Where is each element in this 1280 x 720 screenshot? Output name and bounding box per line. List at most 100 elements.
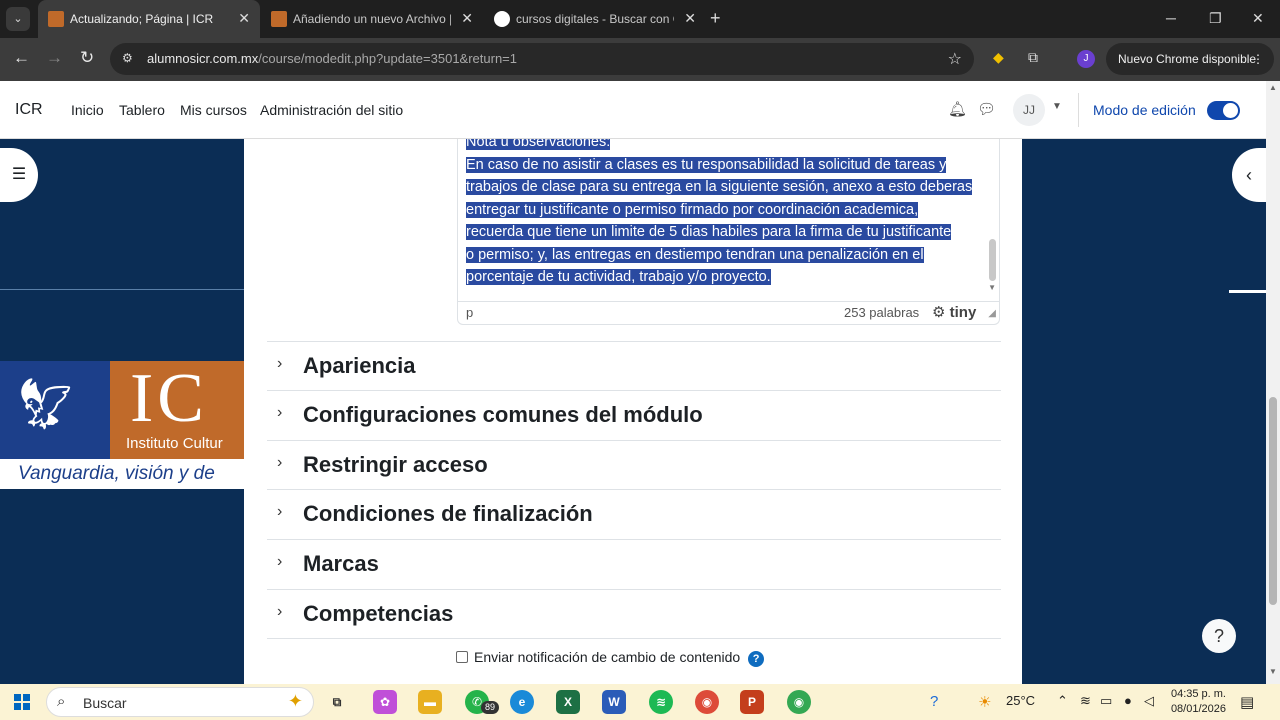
section-competencias[interactable]: › Competencias — [267, 589, 1001, 639]
browser-tab-strip: ⌄ Actualizando; Página | ICR ✕ Añadiendo… — [0, 0, 1280, 38]
volume-icon[interactable]: ◁ — [1144, 693, 1154, 709]
tiny-logo[interactable]: ⚙︎ tiny — [932, 303, 976, 321]
whatsapp-badge: 89 — [481, 701, 499, 714]
tab-title: Añadiendo un nuevo Archivo | I — [293, 12, 451, 26]
editor-scrollbar[interactable] — [989, 239, 996, 281]
close-window-icon[interactable]: ✕ — [1252, 10, 1264, 27]
chevron-down-icon[interactable]: ▼ — [1052, 101, 1062, 112]
reload-icon[interactable]: ↻ — [80, 48, 94, 68]
tray-chevron-up-icon[interactable]: ⌃ — [1057, 693, 1068, 709]
site-brand[interactable]: ICR — [15, 101, 43, 119]
icr-favicon-icon — [271, 11, 287, 27]
help-tray-icon[interactable]: ? — [930, 693, 938, 710]
chrome-icon[interactable]: ◉ — [787, 690, 811, 714]
powerpoint-icon[interactable]: P — [740, 690, 764, 714]
extension-icon[interactable]: ◆ — [993, 49, 1004, 66]
section-marcas[interactable]: › Marcas — [267, 539, 1001, 589]
excel-icon[interactable]: X — [556, 690, 580, 714]
nav-tablero[interactable]: Tablero — [119, 102, 165, 118]
chrome-profile-icon[interactable]: ◉ — [695, 690, 719, 714]
windows-start-icon[interactable] — [14, 694, 30, 710]
navbar-divider — [1078, 93, 1079, 127]
weather-icon[interactable]: ☀ — [978, 693, 991, 711]
profile-avatar[interactable]: J — [1077, 50, 1095, 68]
nav-inicio[interactable]: Inicio — [71, 102, 104, 118]
scroll-down-icon[interactable]: ▼ — [988, 283, 996, 292]
edit-form: Nota u observaciones: En caso de no asis… — [245, 139, 1022, 684]
back-icon[interactable]: ← — [13, 48, 30, 68]
chevron-right-icon: › — [277, 454, 283, 471]
more-menu-icon[interactable]: ⋮ — [1252, 43, 1264, 75]
element-path[interactable]: p — [466, 305, 473, 320]
microphone-icon[interactable]: ● — [1124, 693, 1132, 708]
bookmark-star-icon[interactable]: ☆ — [948, 49, 962, 69]
scroll-thumb[interactable] — [1269, 397, 1277, 605]
notify-label[interactable]: Enviar notificación de cambio de conteni… — [474, 649, 740, 665]
nav-administracion[interactable]: Administración del sitio — [260, 102, 403, 118]
edge-icon[interactable]: e — [510, 690, 534, 714]
resize-handle-icon[interactable]: ◢ — [988, 308, 996, 319]
file-explorer-icon[interactable]: ▬ — [418, 690, 442, 714]
scroll-down-icon[interactable]: ▼ — [1269, 667, 1277, 676]
editor-line: Nota u observaciones: — [466, 139, 986, 154]
chevron-right-icon: › — [277, 404, 283, 421]
banner-institute-name: Instituto Cultur — [126, 435, 223, 452]
notify-checkbox[interactable] — [456, 651, 468, 663]
background-divider-right — [1229, 290, 1266, 293]
section-configuraciones[interactable]: › Configuraciones comunes del módulo — [267, 390, 1001, 440]
url-host: alumnosicr.com.mx — [147, 51, 259, 66]
restore-icon[interactable]: ❐ — [1209, 10, 1222, 27]
section-label: Restringir acceso — [303, 452, 488, 477]
copilot-icon[interactable]: ✿ — [373, 690, 397, 714]
temperature[interactable]: 25°C — [1006, 693, 1035, 708]
taskbar-clock[interactable]: 04:35 p. m. 08/01/2026 — [1170, 687, 1226, 717]
notification-center-icon[interactable]: ▤ — [1240, 693, 1254, 711]
update-label: Nuevo Chrome disponible — [1118, 52, 1257, 66]
chrome-update-button[interactable]: Nuevo Chrome disponible ⋮ — [1106, 43, 1274, 75]
copilot-sparkle-icon[interactable]: ✦ — [288, 691, 303, 712]
close-tab-icon[interactable]: ✕ — [684, 10, 696, 27]
help-fab-button[interactable]: ? — [1202, 619, 1236, 653]
url-path: /course/modedit.php?update=3501&return=1 — [258, 51, 517, 66]
tab-anadiendo[interactable]: Añadiendo un nuevo Archivo | I ✕ — [261, 0, 483, 38]
help-icon[interactable]: ? — [748, 651, 765, 667]
tab-google[interactable]: cursos digitales - Buscar con Go ✕ — [484, 0, 706, 38]
chevron-right-icon: › — [277, 553, 283, 570]
address-bar[interactable]: ⚙ alumnosicr.com.mx/course/modedit.php?u… — [110, 43, 974, 75]
rich-text-editor[interactable]: Nota u observaciones: En caso de no asis… — [457, 139, 1000, 325]
editor-line: entregar tu justificante o permiso firma… — [466, 201, 919, 218]
section-apariencia[interactable]: › Apariencia — [267, 341, 1001, 391]
close-tab-icon[interactable]: ✕ — [461, 10, 473, 27]
tab-search-icon[interactable]: ⌄ — [6, 7, 30, 31]
search-placeholder: Buscar — [83, 695, 127, 711]
close-tab-icon[interactable]: ✕ — [238, 10, 250, 27]
battery-icon[interactable]: ▭ — [1100, 693, 1112, 709]
editor-content[interactable]: Nota u observaciones: En caso de no asis… — [466, 139, 986, 289]
nav-mis-cursos[interactable]: Mis cursos — [180, 102, 247, 118]
editor-line: En caso de no asistir a clases es tu res… — [466, 156, 947, 173]
site-info-icon[interactable]: ⚙ — [122, 51, 133, 65]
tab-title: Actualizando; Página | ICR — [70, 12, 214, 26]
taskbar-search[interactable]: ⌕ Buscar ✦ — [46, 687, 314, 717]
scroll-up-icon[interactable]: ▲ — [1269, 83, 1277, 92]
extensions-puzzle-icon[interactable]: ⧉ — [1028, 49, 1038, 66]
windows-taskbar: ⌕ Buscar ✦ ⧉ ✿ ▬ ✆ 89 e X W ≋ ◉ P ◉ ? ☀ … — [0, 684, 1280, 720]
spotify-icon[interactable]: ≋ — [649, 690, 673, 714]
section-restringir[interactable]: › Restringir acceso — [267, 440, 1001, 490]
edit-mode-toggle[interactable] — [1207, 101, 1240, 120]
section-condiciones[interactable]: › Condiciones de finalización — [267, 489, 1001, 539]
word-icon[interactable]: W — [602, 690, 626, 714]
page-scrollbar[interactable]: ▲ ▼ — [1266, 81, 1280, 684]
new-tab-icon[interactable]: + — [710, 8, 721, 29]
messages-icon[interactable]: 💬︎ — [977, 100, 996, 118]
user-avatar[interactable]: JJ — [1013, 94, 1045, 126]
word-count[interactable]: 253 palabras — [844, 305, 919, 320]
tab-actualizando[interactable]: Actualizando; Página | ICR ✕ — [38, 0, 260, 38]
editor-line: recuerda que tiene un limite de 5 dias h… — [466, 224, 952, 240]
wifi-icon[interactable]: ≋ — [1080, 693, 1091, 709]
task-view-icon[interactable]: ⧉ — [325, 690, 349, 714]
chevron-right-icon: › — [277, 503, 283, 520]
forward-icon[interactable]: → — [46, 48, 63, 68]
notifications-bell-icon[interactable]: 🔔︎ — [948, 100, 967, 118]
minimize-icon[interactable]: ─ — [1166, 10, 1176, 26]
